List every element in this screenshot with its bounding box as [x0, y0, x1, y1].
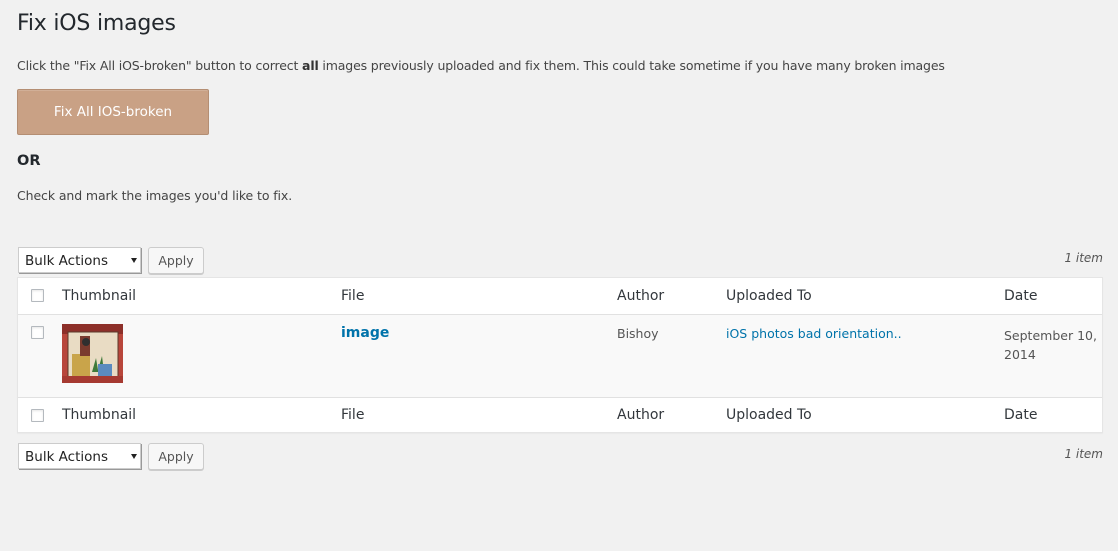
intro-text: Click the "Fix All iOS-broken" button to… — [17, 58, 945, 73]
tablenav-top: Bulk Actions Apply 1 item — [17, 246, 1103, 274]
intro-text-before: Click the "Fix All iOS-broken" button to… — [17, 58, 303, 73]
bulk-actions-select-bottom[interactable]: Bulk Actions — [18, 443, 141, 469]
column-thumbnail: Thumbnail — [62, 288, 137, 304]
check-note: Check and mark the images you'd like to … — [17, 188, 293, 203]
thumbnail-image[interactable] — [62, 324, 123, 383]
bulk-actions-select-top[interactable]: Bulk Actions — [18, 247, 141, 273]
table-footer: Thumbnail File Author Uploaded To Date — [18, 397, 1102, 433]
tablenav-bottom: Bulk Actions Apply 1 item — [17, 442, 1103, 470]
apply-button-top[interactable]: Apply — [148, 247, 204, 274]
column-file[interactable]: File — [341, 288, 364, 304]
row-checkbox[interactable] — [31, 326, 44, 339]
column-uploaded-to-footer[interactable]: Uploaded To — [726, 407, 812, 423]
column-author-footer[interactable]: Author — [617, 407, 664, 423]
bulk-actions-label: Bulk Actions — [25, 253, 108, 269]
column-uploaded-to[interactable]: Uploaded To — [726, 288, 812, 304]
intro-text-after: images previously uploaded and fix them.… — [318, 58, 945, 73]
apply-button-bottom[interactable]: Apply — [148, 443, 204, 470]
media-table: Thumbnail File Author Uploaded To Date i… — [17, 277, 1103, 433]
chevron-down-icon — [131, 258, 137, 263]
date-value: September 10, 2014 — [1004, 328, 1097, 362]
select-all-checkbox-bottom[interactable] — [31, 409, 44, 422]
bulk-actions-label: Bulk Actions — [25, 449, 108, 465]
item-count-top: 1 item — [1064, 251, 1103, 265]
column-thumbnail-footer: Thumbnail — [62, 407, 137, 423]
or-heading: OR — [17, 153, 41, 169]
column-date-footer[interactable]: Date — [1004, 407, 1037, 423]
column-date[interactable]: Date — [1004, 288, 1037, 304]
page-title: Fix iOS images — [17, 11, 176, 36]
item-count-bottom: 1 item — [1064, 447, 1103, 461]
column-file-footer[interactable]: File — [341, 407, 364, 423]
column-author[interactable]: Author — [617, 288, 664, 304]
intro-text-bold: all — [302, 58, 319, 73]
chevron-down-icon — [131, 454, 137, 459]
fix-all-ios-broken-button[interactable]: Fix All IOS-broken — [17, 89, 209, 135]
table-header: Thumbnail File Author Uploaded To Date — [18, 278, 1102, 315]
select-all-checkbox-top[interactable] — [31, 289, 44, 302]
table-row: image Bishoy iOS photos bad orientation.… — [18, 315, 1102, 397]
uploaded-to-link[interactable]: iOS photos bad orientation.. — [726, 326, 902, 341]
file-link[interactable]: image — [341, 325, 389, 341]
author-value: Bishoy — [617, 326, 659, 341]
